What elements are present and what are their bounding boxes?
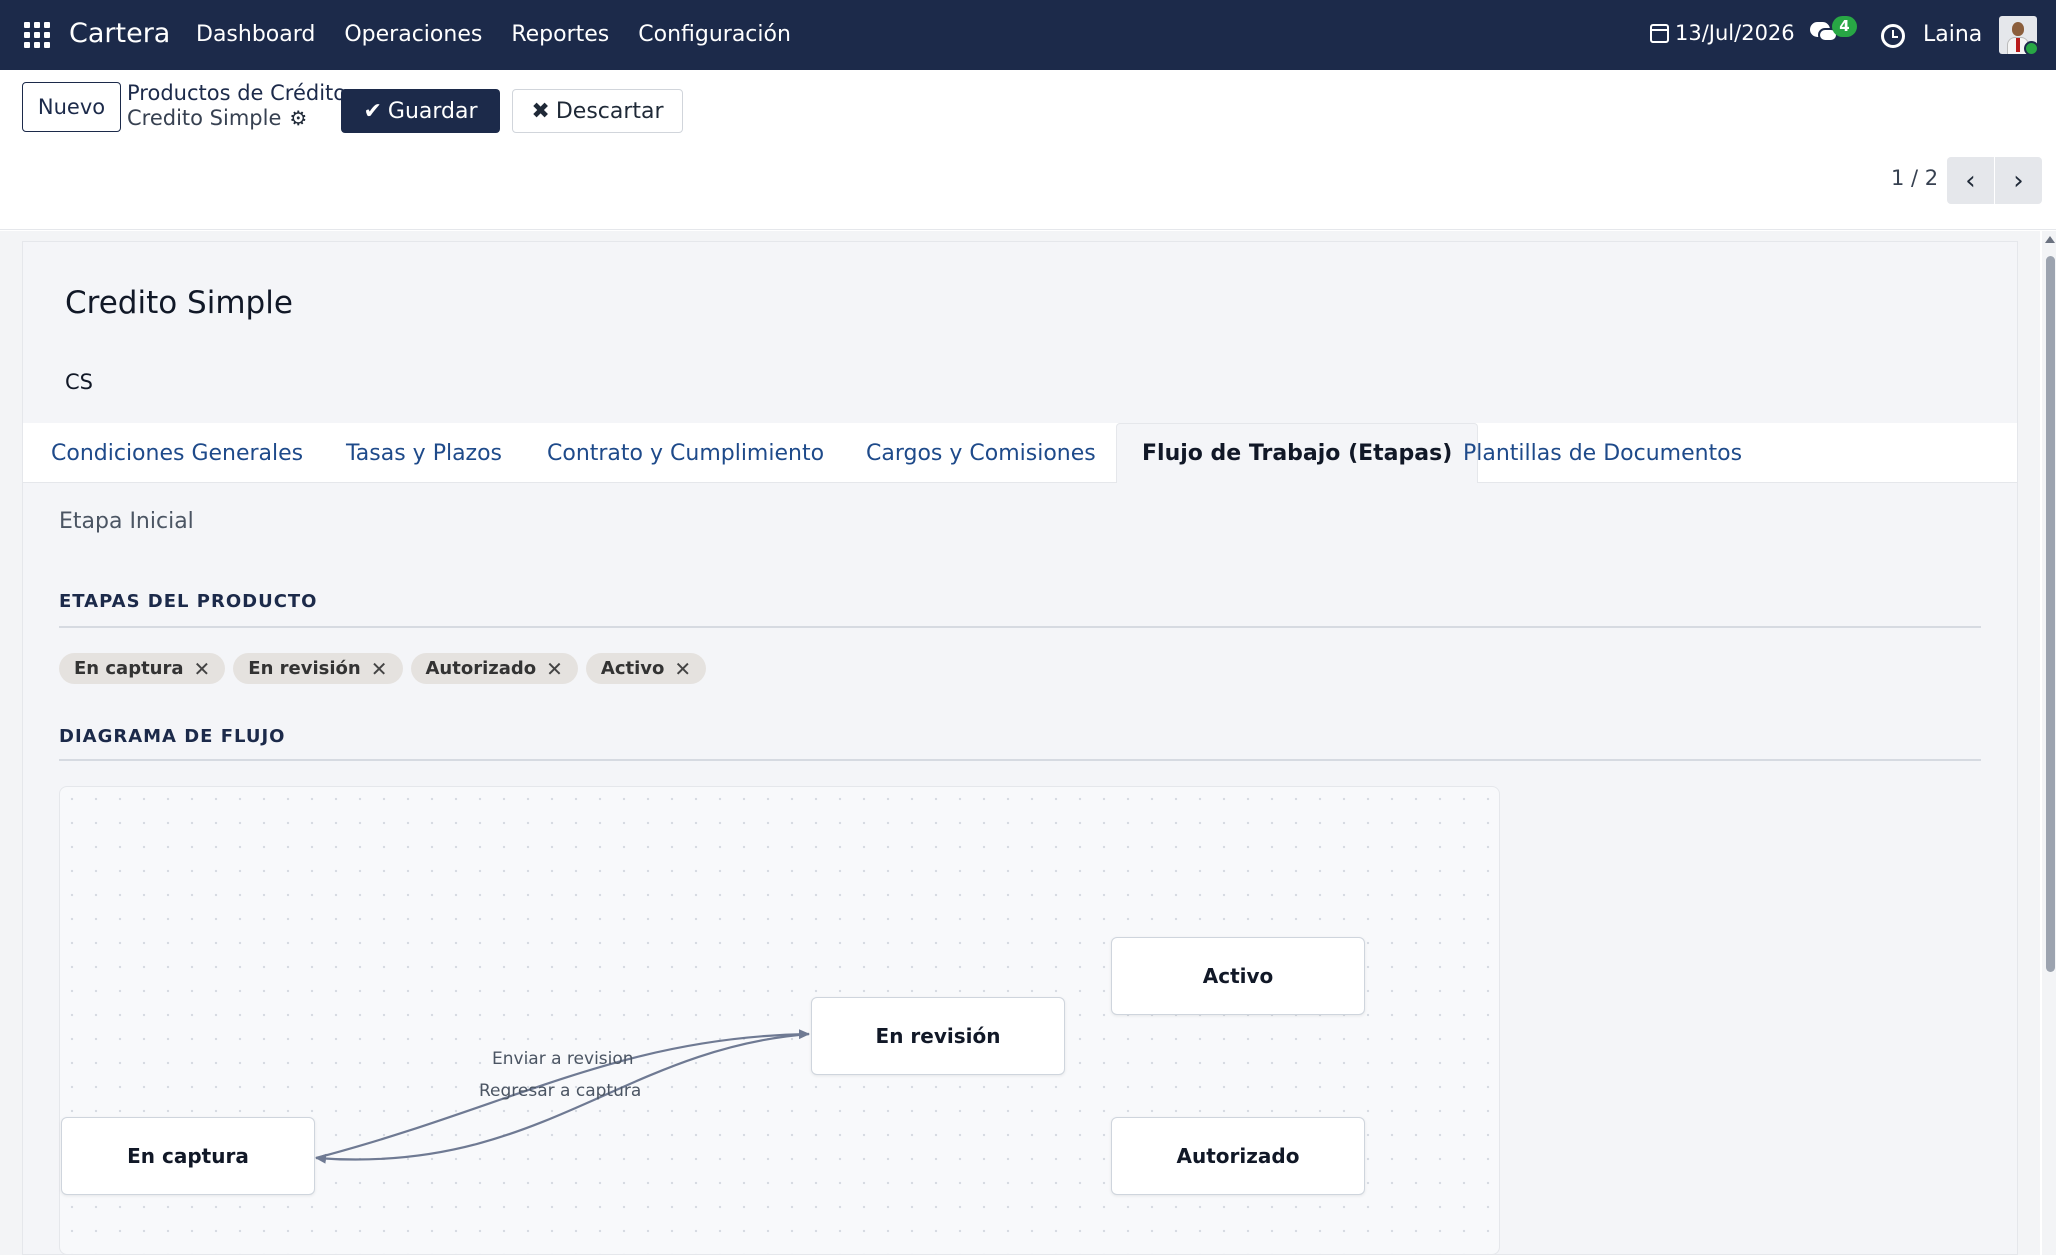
user-menu-name[interactable]: Laina	[1923, 22, 1982, 47]
flow-diagram[interactable]: En revisión Activo En captura Autorizado…	[59, 786, 1500, 1255]
app-brand[interactable]: Cartera	[69, 18, 170, 49]
discard-button[interactable]: ✖ Descartar	[512, 89, 683, 133]
menu-item-dashboard[interactable]: Dashboard	[196, 22, 315, 47]
menu-item-operaciones[interactable]: Operaciones	[344, 22, 482, 47]
pager-next-button[interactable]: ›	[1995, 157, 2042, 204]
remove-tag-icon[interactable]: ✕	[371, 657, 388, 681]
scrollbar-thumb[interactable]	[2046, 256, 2055, 972]
tab-condiciones-generales[interactable]: Condiciones Generales	[51, 423, 303, 483]
menu-item-reportes[interactable]: Reportes	[511, 22, 609, 47]
diagram-section-title: DIAGRAMA DE FLUJO	[59, 726, 286, 747]
diagram-divider	[59, 759, 1981, 761]
save-button[interactable]: ✔ Guardar	[341, 89, 500, 133]
record-code-field[interactable]: CS	[65, 370, 93, 394]
remove-tag-icon[interactable]: ✕	[546, 657, 563, 681]
flow-node-activo[interactable]: Activo	[1111, 937, 1365, 1015]
remove-tag-icon[interactable]: ✕	[674, 657, 691, 681]
form-tabs: Condiciones Generales Tasas y Plazos Con…	[23, 423, 2017, 483]
top-navbar: Cartera Dashboard Operaciones Reportes C…	[0, 0, 2056, 70]
online-status-icon	[2024, 41, 2039, 56]
tab-flujo-de-trabajo[interactable]: Flujo de Trabajo (Etapas)	[1116, 423, 1479, 483]
control-panel: Nuevo Productos de Crédito Credito Simpl…	[0, 70, 2056, 230]
menu-item-configuracion[interactable]: Configuración	[638, 22, 791, 47]
breadcrumb-parent[interactable]: Productos de Crédito	[127, 81, 346, 105]
stage-tag: Autorizado ✕	[410, 653, 578, 684]
stage-tag-label: Activo	[600, 658, 665, 679]
stages-tags: En captura ✕ En revisión ✕ Autorizado ✕ …	[59, 653, 707, 684]
clock-icon[interactable]	[1881, 24, 1905, 48]
flow-node-en-captura[interactable]: En captura	[61, 1117, 315, 1195]
stage-tag-label: En captura	[74, 658, 184, 679]
current-date: 13/Jul/2026	[1675, 21, 1795, 45]
remove-tag-icon[interactable]: ✕	[194, 657, 211, 681]
new-button[interactable]: Nuevo	[22, 82, 121, 132]
tab-plantillas-de-documentos[interactable]: Plantillas de Documentos	[1463, 423, 1742, 483]
flow-node-en-revision[interactable]: En revisión	[811, 997, 1065, 1075]
record-name-field[interactable]: Credito Simple	[65, 285, 293, 321]
breadcrumb-current: Credito Simple	[127, 106, 282, 130]
initial-stage-label: Etapa Inicial	[59, 509, 194, 534]
messages-count-badge: 4	[1832, 16, 1857, 37]
stages-divider	[59, 626, 1981, 628]
breadcrumb: Credito Simple ⚙	[127, 106, 307, 130]
stage-tag: En captura ✕	[59, 653, 226, 684]
apps-grid-icon[interactable]	[24, 22, 50, 48]
close-icon: ✖	[531, 98, 550, 124]
tab-cargos-y-comisiones[interactable]: Cargos y Comisiones	[866, 423, 1096, 483]
stage-tag-label: En revisión	[248, 658, 361, 679]
gear-icon[interactable]: ⚙	[289, 106, 307, 130]
flow-node-autorizado[interactable]: Autorizado	[1111, 1117, 1365, 1195]
tab-contrato-y-cumplimiento[interactable]: Contrato y Cumplimiento	[547, 423, 824, 483]
pager-previous-button[interactable]: ‹	[1947, 157, 1994, 204]
stages-section-title: ETAPAS DEL PRODUCTO	[59, 591, 318, 612]
calendar-icon	[1650, 23, 1669, 43]
main-menu: Dashboard Operaciones Reportes Configura…	[196, 22, 820, 47]
date-indicator[interactable]: 13/Jul/2026	[1650, 21, 1795, 45]
edge-label-enviar: Enviar a revision	[492, 1049, 634, 1069]
scroll-up-arrow-icon[interactable]	[2045, 236, 2055, 243]
stage-tag: En revisión ✕	[233, 653, 403, 684]
stage-tag: Activo ✕	[585, 653, 707, 684]
tab-tasas-y-plazos[interactable]: Tasas y Plazos	[346, 423, 502, 483]
save-label: Guardar	[387, 98, 478, 124]
chevron-left-icon: ‹	[1965, 165, 1976, 196]
edge-label-regresar: Regresar a captura	[479, 1081, 642, 1101]
pager-value[interactable]: 1 / 2	[1891, 166, 1938, 190]
discard-label: Descartar	[555, 98, 664, 124]
check-icon: ✔	[363, 98, 382, 124]
stage-tag-label: Autorizado	[425, 658, 537, 679]
chevron-right-icon: ›	[2013, 165, 2024, 196]
